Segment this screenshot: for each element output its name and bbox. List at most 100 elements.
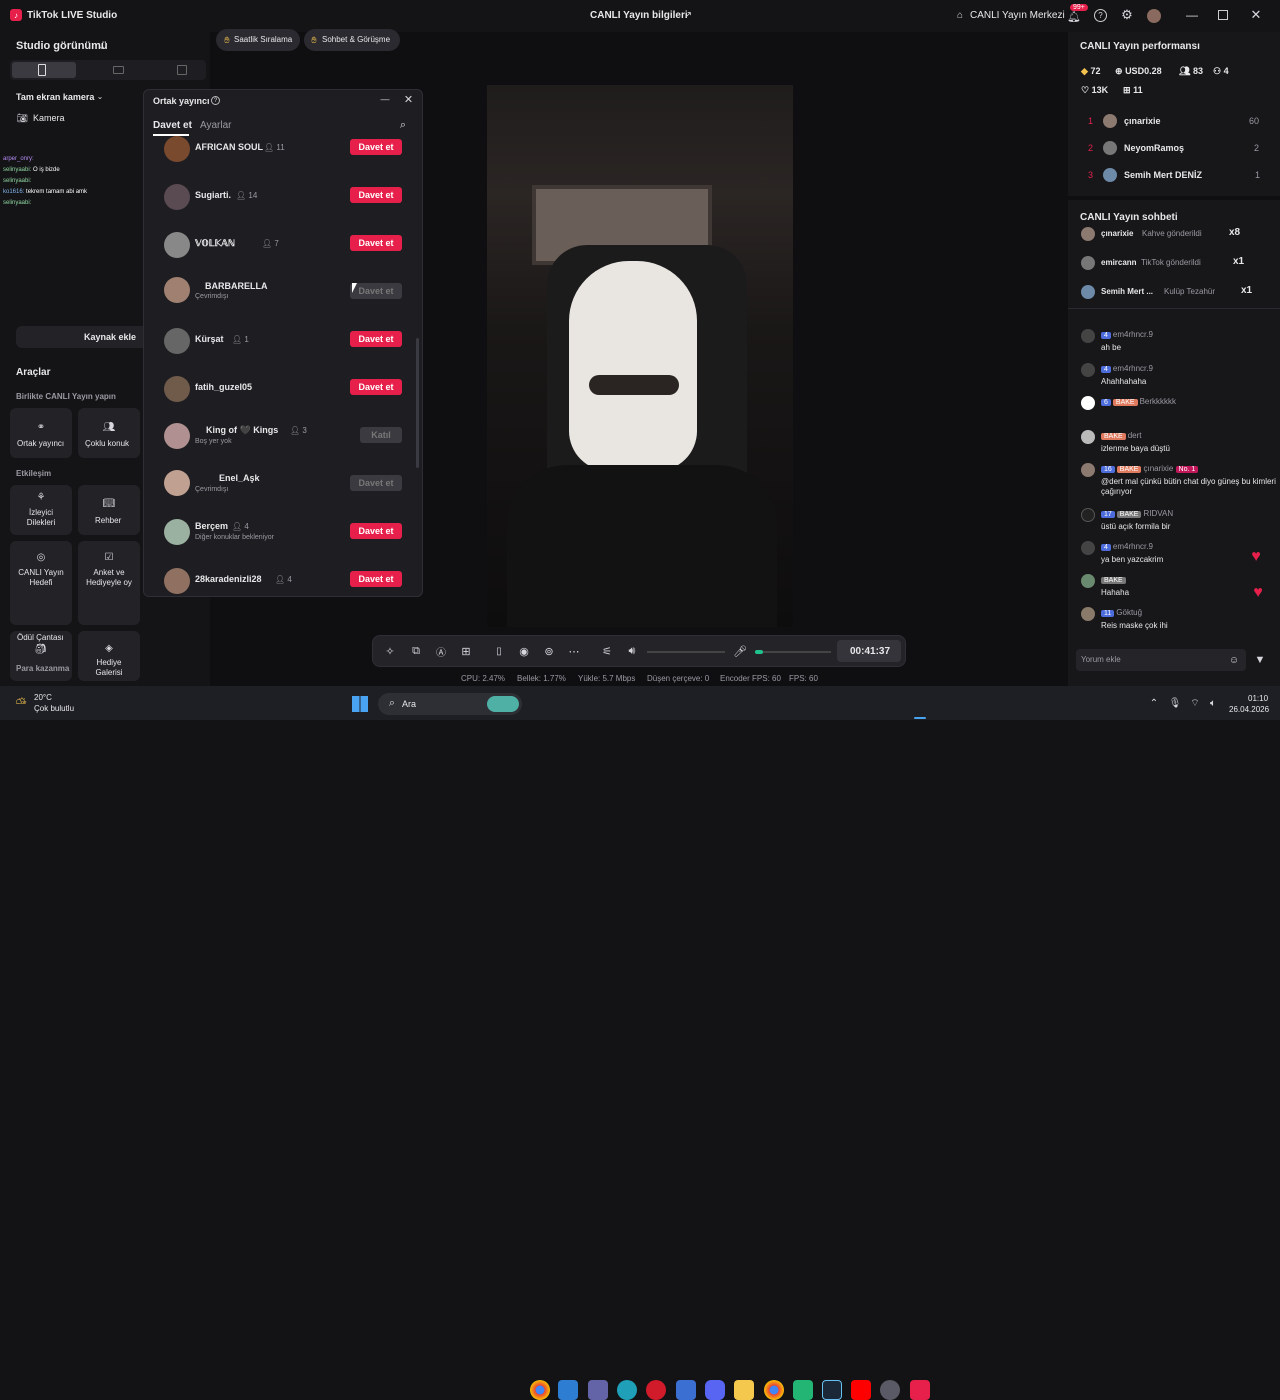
effects-icon[interactable]: ⧉ [409,644,423,658]
fan-badge: BAKE [1101,433,1126,440]
dual-icon[interactable] [177,65,187,75]
settings-icon[interactable] [880,1380,900,1400]
invite-button[interactable]: Davet et [350,523,402,539]
invite-button[interactable]: Davet et [350,379,402,395]
ranking-score: 1 [1255,170,1261,180]
camera-source[interactable]: Kamera [33,113,65,123]
guide-tool[interactable] [78,485,140,535]
help-icon[interactable]: ? [1094,9,1107,22]
overlay-chat-line: selinyaabi: O iş bizde [3,167,60,173]
chrome-icon[interactable] [530,1380,550,1400]
teams-icon[interactable] [588,1380,608,1400]
ranking-row: 1 çınarixie 60 [1068,112,1280,130]
studio-view-label[interactable]: Studio görünümü [16,40,108,52]
join-button[interactable]: Katıl [360,427,402,443]
emoji-icon[interactable]: ☺ [1228,654,1240,666]
invite-button[interactable]: Davet et [350,283,402,299]
volume-icon[interactable]: 🔊︎ [625,644,639,658]
edge-icon[interactable] [617,1380,637,1400]
invite-button[interactable]: Davet et [350,187,402,203]
volume-slider[interactable] [647,651,725,653]
invite-button[interactable]: Davet et [350,331,402,347]
level-badge: 6 [1101,399,1111,406]
ai-icon[interactable]: Ⓐ [434,644,448,659]
avatar [1081,574,1095,588]
youtube-icon[interactable] [851,1380,871,1400]
clock-date[interactable]: 26.04.2026 [1229,705,1269,714]
discord-icon[interactable] [705,1380,725,1400]
divider [1068,196,1280,200]
cpu-stat: CPU: 2.47% [461,674,506,683]
volume-icon[interactable]: 🔈︎ [1207,697,1219,709]
settings-icon[interactable]: ⚙ [1120,7,1134,22]
likes-stat: ♡ 13K [1081,85,1109,95]
close-icon[interactable]: ✕ [403,93,414,106]
app-icon[interactable] [793,1380,813,1400]
help-icon[interactable]: ? [211,96,220,105]
gift-event: Semih Mert ... Kulüp Tezahür x1 [1068,284,1280,300]
chevron-down-icon[interactable]: ⌄ [97,40,107,52]
invite-button[interactable]: Davet et [350,475,402,491]
tab-settings[interactable]: Ayarlar [200,120,232,131]
fps-stat: FPS: 60 [789,674,818,683]
clock-time[interactable]: 01:10 [1248,694,1268,703]
chevron-down-icon[interactable]: ⌄ [96,91,104,101]
share-icon[interactable]: ↗ [682,9,694,21]
minimize-icon[interactable]: — [380,94,390,104]
orientation-switch [10,60,206,80]
phone-icon[interactable]: ▯ [492,644,506,658]
invite-button[interactable]: Davet et [350,571,402,587]
mic-level [755,650,763,654]
send-icon[interactable]: ▼ [1254,654,1266,666]
invite-button[interactable]: Davet et [350,139,402,155]
comment-input[interactable]: Yorum ekle [1081,655,1121,664]
live-center-link[interactable]: CANLI Yayın Merkezi [970,10,1065,21]
record-icon[interactable]: ◉ [517,644,531,658]
scene-label[interactable]: Tam ekran kamera [16,92,94,102]
add-scene-icon[interactable]: ⊞ [459,644,473,658]
folder-icon[interactable] [734,1380,754,1400]
magic-wand-icon[interactable]: ✧ [383,644,397,658]
stream-info-title[interactable]: CANLI Yayın bilgileri [590,10,688,21]
minimize-icon[interactable]: — [1186,8,1198,22]
maximize-icon[interactable] [1218,10,1228,20]
chat-header: 17 BAKE RIDVAN [1101,509,1173,518]
cohost-tool[interactable] [10,408,72,458]
chat-text: Ahahhahaha [1101,377,1147,386]
overlay-chat-line: arper_onry: [3,156,34,162]
chevron-up-icon[interactable]: ⌃ [1148,697,1160,709]
avatar[interactable] [1147,9,1161,23]
close-icon[interactable]: ✕ [1250,7,1262,22]
more-icon[interactable]: ⋯ [567,644,581,658]
steam-icon[interactable] [822,1380,842,1400]
scrollbar[interactable] [416,338,419,468]
chat-text: izlenme baya düştü [1101,444,1170,453]
usd-stat: ⊕ USD0.28 [1115,66,1162,76]
ranking-row: 3 Semih Mert DENİZ 1 [1068,166,1280,184]
landscape-icon[interactable] [113,66,124,74]
top-badge: No. 1 [1175,466,1199,473]
new-users-stat: ⚇ 4 [1213,66,1229,76]
adjust-icon[interactable]: ⚟ [600,644,614,658]
multiguest-tool[interactable] [78,408,140,458]
hand-icon: ✋︎ [311,34,317,45]
search-icon[interactable]: ⌕ [397,119,409,131]
chrome-icon[interactable] [764,1380,784,1400]
opera-icon[interactable] [646,1380,666,1400]
avatar [164,376,190,402]
mail-icon[interactable] [676,1380,696,1400]
home-icon[interactable]: ⌂ [954,9,966,21]
camera-switch-icon[interactable]: ⊚ [542,644,556,658]
mic-slider[interactable] [755,651,831,653]
store-icon[interactable] [558,1380,578,1400]
chat-text: ya ben yazcakrim [1101,555,1164,564]
mic-icon[interactable]: 🎙︎ [1169,697,1182,709]
bell-icon[interactable]: 🔔︎ [1067,9,1081,23]
mic-icon[interactable]: 🎤︎ [733,644,747,658]
ranking-score: 60 [1249,116,1260,126]
wifi-icon[interactable]: ⌔ [1189,697,1201,709]
tab-invite[interactable]: Davet et [153,120,192,131]
windows-start-icon[interactable] [352,696,368,712]
invite-button[interactable]: Davet et [350,235,402,251]
tiktok-studio-icon[interactable] [910,1380,930,1400]
